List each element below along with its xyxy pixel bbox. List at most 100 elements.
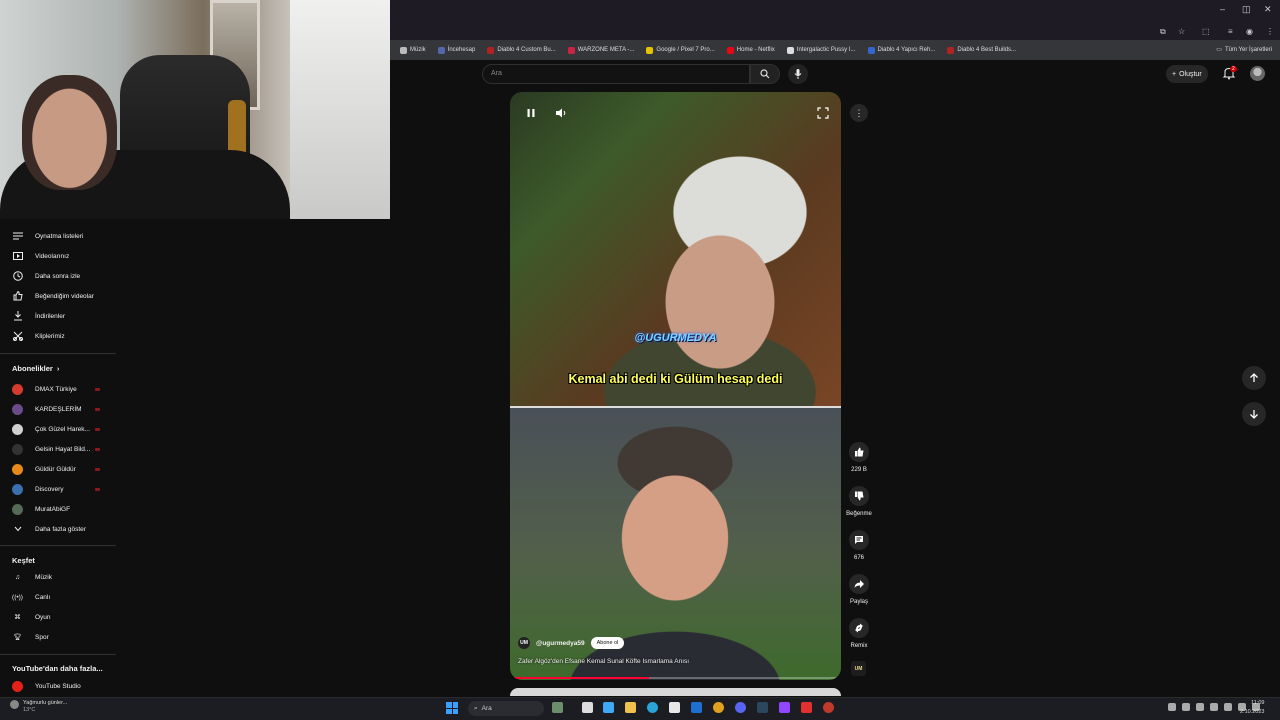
extensions-icon[interactable]: ⬚ — [1202, 27, 1210, 36]
channel-thumbnail-button[interactable]: UM — [851, 661, 866, 676]
sidebar-subscription-item[interactable]: DMAX Türkiye — [0, 379, 116, 399]
search-button[interactable] — [750, 64, 780, 84]
previous-short-button[interactable] — [1242, 366, 1266, 390]
sidebar-item-your-videos[interactable]: Videolarınız — [0, 246, 116, 266]
sidebar-subscription-item[interactable]: KARDEŞLERİM — [0, 399, 116, 419]
more-options-button[interactable]: ⋮ — [850, 104, 868, 122]
video-progress-bar[interactable] — [510, 677, 841, 679]
bookmark-label: Diablo 4 Custom Bu... — [497, 47, 556, 53]
show-more-button[interactable]: Daha fazla göster — [0, 519, 116, 539]
remix-button[interactable]: Remix — [840, 618, 878, 649]
bookmark-item[interactable]: WARZONE META -... — [567, 46, 634, 54]
channel-name: MuratAbiGF — [35, 505, 71, 513]
sidebar-subscription-item[interactable]: Discovery — [0, 479, 116, 499]
all-bookmarks-folder[interactable]: ▭ Tüm Yer İşaretleri — [1216, 46, 1272, 54]
chrome-browser-icon[interactable] — [713, 702, 724, 713]
windows-start-icon[interactable] — [446, 702, 458, 714]
search-input[interactable]: Ara — [482, 64, 750, 84]
minimize-icon[interactable]: – — [1220, 4, 1225, 14]
system-clock[interactable]: 11:09 2.10.2023 — [1240, 699, 1264, 717]
taskbar-app-icon[interactable] — [552, 702, 563, 713]
shorts-video-player[interactable]: @UGURMEDYA Kemal abi dedi ki Gülüm hesap… — [510, 92, 841, 680]
close-icon[interactable]: ✕ — [1264, 4, 1272, 15]
sidebar-subscription-item[interactable]: Güldür Güldür — [0, 459, 116, 479]
sidebar-item-label: YouTube Studio — [35, 682, 81, 690]
next-short-button[interactable] — [1242, 402, 1266, 426]
file-explorer-icon[interactable] — [625, 702, 636, 713]
fullscreen-icon[interactable] — [816, 106, 830, 120]
windows-taskbar — [0, 697, 1280, 720]
sidebar-item-playlists[interactable]: Oynatma listeleri — [0, 226, 116, 246]
task-view-icon[interactable] — [582, 702, 593, 713]
volume-icon[interactable] — [554, 106, 568, 120]
sidebar-subscription-item[interactable]: MuratAbiGF — [0, 499, 116, 519]
media-icon[interactable]: ≡ — [1228, 27, 1233, 36]
sidebar-item-downloads[interactable]: İndirilenler — [0, 306, 116, 326]
sidebar-divider — [0, 654, 116, 655]
taskbar-app-icon[interactable] — [603, 702, 614, 713]
subscribe-button[interactable]: Abone ol — [590, 637, 625, 649]
create-button[interactable]: + Oluştur — [1166, 65, 1208, 83]
dislike-button[interactable]: Beğenme — [840, 486, 878, 517]
sidebar-item-youtube-studio[interactable]: YouTube Studio — [0, 676, 116, 696]
bookmark-label: Home - Netflix — [736, 47, 775, 53]
bookmark-item[interactable]: Home - Netflix — [726, 46, 775, 54]
download-icon — [12, 311, 23, 322]
discord-icon[interactable] — [735, 702, 746, 713]
sidebar-item-live[interactable]: ((•)) Canlı — [0, 587, 116, 607]
voice-search-button[interactable] — [788, 64, 808, 84]
star-icon[interactable]: ☆ — [1178, 27, 1185, 36]
channel-logo[interactable]: UM — [518, 637, 530, 649]
subscriptions-header[interactable]: Abonelikler › — [12, 364, 59, 373]
weather-widget[interactable]: Yağmurlu günler... 13°C — [10, 700, 67, 713]
taskbar-app-icon[interactable] — [801, 702, 812, 713]
like-button[interactable]: 229 B — [840, 442, 878, 473]
music-icon: ♫ — [15, 573, 20, 581]
outlook-icon[interactable] — [691, 702, 702, 713]
sidebar-item-liked-videos[interactable]: Beğendiğim videolar — [0, 286, 116, 306]
maximize-icon[interactable]: ◫ — [1242, 4, 1251, 15]
steam-icon[interactable] — [757, 702, 768, 713]
sidebar-item-music[interactable]: ♫ Müzik — [0, 567, 116, 587]
install-icon[interactable]: ⧉ — [1160, 27, 1166, 37]
display-icon[interactable] — [1224, 703, 1232, 711]
bookmark-item[interactable]: Google / Pixel 7 Pro... — [646, 46, 715, 54]
bookmark-item[interactable]: Intergalactic Pussy I... — [786, 46, 856, 54]
sidebar-item-label: Oyun — [35, 613, 51, 621]
sidebar-item-gaming[interactable]: ⌘ Oyun — [0, 607, 116, 627]
tray-app-icon[interactable] — [1182, 703, 1190, 711]
bookmark-item[interactable]: Diablo 4 Custom Bu... — [487, 46, 556, 54]
menu-icon[interactable]: ⋮ — [1266, 27, 1274, 36]
pause-icon[interactable] — [524, 106, 538, 120]
profile-icon[interactable]: ◉ — [1246, 27, 1253, 36]
store-icon[interactable] — [669, 702, 680, 713]
comments-button[interactable]: 676 — [840, 530, 878, 561]
sidebar-item-sports[interactable]: 🏆︎ Spor — [0, 627, 116, 647]
video-title[interactable]: Zafer Algöz'den Efsane Kemal Sunal Köfte… — [518, 658, 828, 665]
sidebar-subscription-item[interactable]: Gelsin Hayat Bild... — [0, 439, 116, 459]
bookmark-item[interactable]: Diablo 4 Best Builds... — [947, 46, 1016, 54]
sidebar-item-clips[interactable]: Kliplerimiz — [0, 326, 116, 346]
bookmark-label: Diablo 4 Yapıcı Reh... — [877, 47, 936, 53]
microphone-icon — [794, 69, 802, 79]
next-short-preview[interactable] — [510, 688, 841, 696]
taskbar-app-icon[interactable] — [823, 702, 834, 713]
account-avatar[interactable] — [1250, 66, 1265, 81]
taskbar-search[interactable]: ⌕ Ara — [468, 701, 544, 716]
remix-button-circle — [849, 618, 869, 638]
share-button[interactable]: Paylaş — [840, 574, 878, 605]
microphone-icon[interactable] — [1210, 703, 1218, 711]
chevron-up-icon[interactable] — [1168, 703, 1176, 711]
edge-browser-icon[interactable] — [647, 702, 658, 713]
folder-icon: ▭ — [1216, 47, 1222, 53]
bookmark-item[interactable]: Diablo 4 Yapıcı Reh... — [867, 46, 936, 54]
plus-icon: + — [1172, 70, 1177, 78]
bookmark-item[interactable]: Müzik — [400, 46, 426, 54]
channel-handle[interactable]: @ugurmedya59 — [536, 640, 585, 647]
sidebar-item-watch-later[interactable]: Daha sonra izle — [0, 266, 116, 286]
bookmark-favicon-icon — [786, 46, 794, 54]
bookmark-item[interactable]: İncehesap — [437, 46, 475, 54]
taskbar-app-icon[interactable] — [779, 702, 790, 713]
sidebar-subscription-item[interactable]: Çok Güzel Harek... — [0, 419, 116, 439]
network-icon[interactable] — [1196, 703, 1204, 711]
